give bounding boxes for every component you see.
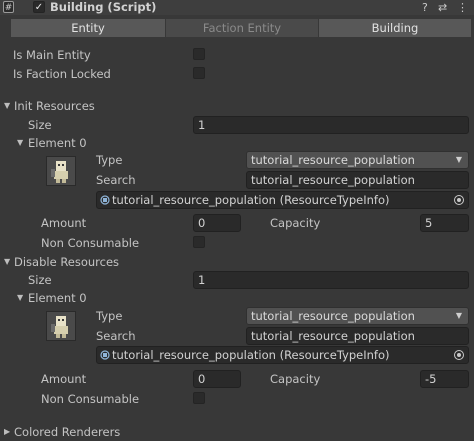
is-main-entity-checkbox[interactable] — [193, 48, 205, 60]
disable-capacity-label: Capacity — [270, 372, 321, 386]
colored-renderers-label: Colored Renderers — [14, 425, 121, 439]
disable-resources-label: Disable Resources — [14, 255, 120, 269]
is-faction-locked-checkbox[interactable] — [193, 67, 205, 79]
object-picker-icon[interactable] — [454, 350, 464, 360]
disable-search-label: Search — [96, 329, 136, 343]
init-size-field[interactable]: 1 — [193, 116, 469, 134]
init-resource-icon-thumbnail[interactable] — [46, 156, 76, 186]
kebab-menu-icon[interactable]: ⋮ — [457, 0, 468, 15]
disable-size-label: Size — [28, 273, 52, 287]
init-non-consumable-label: Non Consumable — [41, 236, 140, 250]
init-element-label: Element 0 — [28, 136, 87, 150]
help-icon[interactable]: ? — [422, 0, 428, 15]
disable-resource-icon-thumbnail[interactable] — [46, 311, 76, 341]
init-resources-label: Init Resources — [14, 99, 95, 113]
init-type-value: tutorial_resource_population — [251, 153, 415, 167]
disable-size-field[interactable]: 1 — [193, 271, 469, 289]
disable-amount-label: Amount — [41, 372, 87, 386]
is-main-entity-label: Is Main Entity — [13, 48, 91, 62]
init-amount-field[interactable]: 0 — [193, 214, 241, 232]
init-type-dropdown[interactable]: tutorial_resource_population ▼ — [246, 151, 469, 169]
population-icon — [47, 312, 75, 340]
init-search-field[interactable]: tutorial_resource_population — [246, 171, 469, 189]
component-enabled-checkbox[interactable]: ✓ — [33, 1, 45, 13]
init-resource-object-field[interactable]: tutorial_resource_population (ResourceTy… — [96, 191, 469, 209]
disable-non-consumable-label: Non Consumable — [41, 392, 140, 406]
scriptable-object-icon — [100, 350, 110, 360]
chevron-down-icon: ▼ — [455, 155, 462, 164]
init-non-consumable-checkbox[interactable] — [193, 236, 205, 248]
disable-type-value: tutorial_resource_population — [251, 309, 415, 323]
init-size-label: Size — [28, 118, 52, 132]
init-resource-object-value: tutorial_resource_population (ResourceTy… — [112, 193, 390, 207]
colored-renderers-foldout-icon[interactable]: ▶ — [4, 424, 10, 440]
init-resources-foldout-icon[interactable]: ▼ — [4, 98, 10, 114]
init-search-label: Search — [96, 173, 136, 187]
population-icon — [47, 157, 75, 185]
preset-icon[interactable]: ⇄ — [438, 0, 447, 15]
script-icon: # — [3, 1, 14, 13]
disable-search-field[interactable]: tutorial_resource_population — [246, 327, 469, 345]
init-amount-label: Amount — [41, 216, 87, 230]
disable-element-foldout-icon[interactable]: ▼ — [17, 290, 23, 306]
disable-non-consumable-checkbox[interactable] — [193, 392, 205, 404]
init-type-label: Type — [96, 153, 123, 167]
chevron-down-icon: ▼ — [455, 311, 462, 320]
disable-resources-foldout-icon[interactable]: ▼ — [4, 254, 10, 270]
disable-capacity-field[interactable]: -5 — [420, 370, 469, 388]
disable-element-label: Element 0 — [28, 291, 87, 305]
init-capacity-label: Capacity — [270, 216, 321, 230]
disable-type-dropdown[interactable]: tutorial_resource_population ▼ — [246, 307, 469, 325]
init-element-foldout-icon[interactable]: ▼ — [17, 135, 23, 151]
tab-entity[interactable]: Entity — [11, 19, 165, 37]
disable-amount-field[interactable]: 0 — [193, 370, 241, 388]
tab-faction-entity[interactable]: Faction Entity — [166, 19, 318, 37]
scriptable-object-icon — [100, 195, 110, 205]
is-faction-locked-label: Is Faction Locked — [13, 67, 111, 81]
init-capacity-field[interactable]: 5 — [420, 214, 469, 232]
component-title: Building (Script) — [50, 0, 157, 14]
tab-building[interactable]: Building — [319, 19, 471, 37]
disable-resource-object-field[interactable]: tutorial_resource_population (ResourceTy… — [96, 346, 469, 364]
object-picker-icon[interactable] — [454, 195, 464, 205]
disable-resource-object-value: tutorial_resource_population (ResourceTy… — [112, 348, 390, 362]
disable-type-label: Type — [96, 309, 123, 323]
